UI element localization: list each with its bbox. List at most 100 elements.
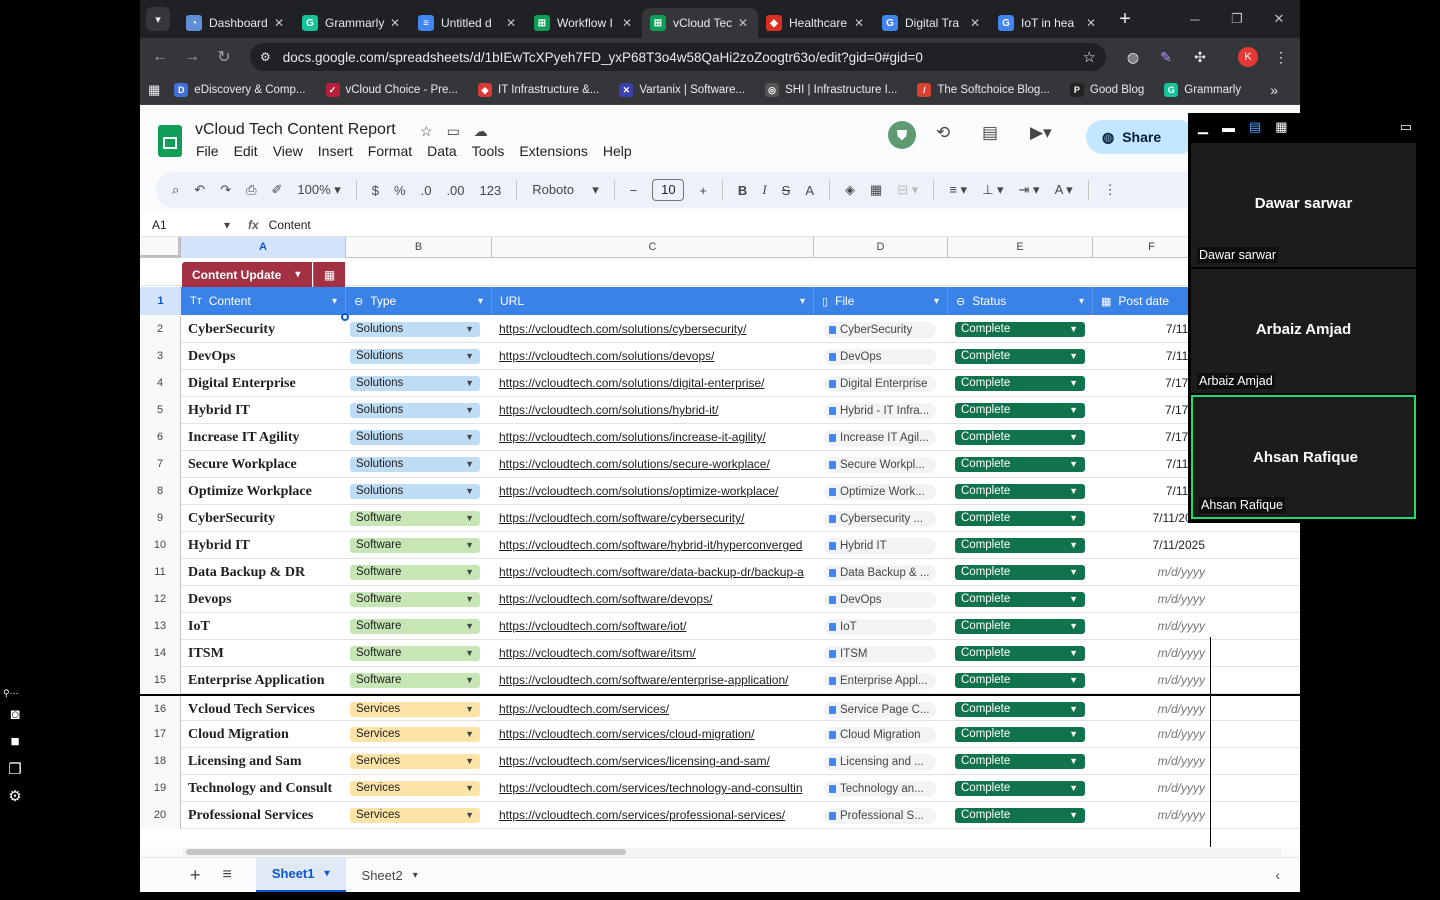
star-icon[interactable]: ☆ — [420, 123, 433, 140]
reload-icon[interactable]: ↻ — [208, 41, 240, 73]
extension-feather-icon[interactable]: ✎ — [1156, 47, 1176, 67]
row-number[interactable]: 17 — [140, 721, 181, 748]
type-dropdown-chip[interactable]: Solutions ▼ — [350, 403, 480, 418]
bookmark-item[interactable]: P Good Blog — [1069, 83, 1144, 97]
borders-icon[interactable]: ▦ — [870, 182, 882, 198]
shield-addon-icon[interactable]: ⛊ — [888, 121, 916, 149]
url-link[interactable]: https://vcloudtech.com/services/ — [499, 696, 815, 723]
tab-search-icon[interactable]: ▾ — [146, 7, 170, 31]
chevron-down-icon[interactable]: ▾ — [478, 296, 483, 307]
row-number[interactable]: 4 — [140, 370, 181, 397]
translate-icon[interactable]: ◍ — [1123, 47, 1143, 67]
status-dropdown-chip[interactable]: Complete ▼ — [955, 646, 1085, 661]
close-tab-icon[interactable]: ✕ — [852, 16, 866, 30]
content-cell[interactable]: Increase IT Agility — [188, 424, 300, 451]
post-date-cell[interactable]: m/d/yyyy — [1095, 640, 1205, 667]
post-date-cell[interactable]: m/d/yyyy — [1095, 696, 1205, 723]
type-dropdown-chip[interactable]: Solutions ▼ — [350, 349, 480, 364]
undo-icon[interactable]: ↶ — [194, 182, 205, 198]
url-link[interactable]: https://vcloudtech.com/solutions/increas… — [499, 424, 815, 451]
horizontal-scrollbar[interactable] — [182, 848, 1282, 856]
url-link[interactable]: https://vcloudtech.com/solutions/hybrid-… — [499, 397, 815, 424]
status-dropdown-chip[interactable]: Complete ▼ — [955, 754, 1085, 769]
file-smart-chip[interactable]: Service Page C... — [824, 702, 936, 718]
horizontal-align-icon[interactable]: ≡ ▾ — [949, 182, 967, 198]
decrease-decimal-button[interactable]: .0 — [421, 183, 432, 198]
row-number[interactable]: 14 — [140, 640, 181, 667]
header-status[interactable]: ⊖ Status ▾ — [948, 287, 1093, 315]
browser-tab[interactable]: G Digital Tra ✕ — [874, 8, 990, 38]
status-dropdown-chip[interactable]: Complete ▼ — [955, 727, 1085, 742]
post-date-cell[interactable]: m/d/yyyy — [1095, 775, 1205, 802]
gallery-grid-icon[interactable]: ▦ — [1275, 119, 1287, 135]
bold-icon[interactable]: B — [738, 183, 747, 198]
file-smart-chip[interactable]: Optimize Work... — [824, 484, 936, 500]
column-header-b[interactable]: B — [346, 237, 492, 258]
sheet-tab-sheet2[interactable]: Sheet2 ▾ — [346, 858, 434, 893]
browser-menu-icon[interactable]: ⋮ — [1271, 47, 1291, 67]
status-dropdown-chip[interactable]: Complete ▼ — [955, 702, 1085, 717]
status-dropdown-chip[interactable]: Complete ▼ — [955, 430, 1085, 445]
file-smart-chip[interactable]: Technology an... — [824, 781, 936, 797]
close-tab-icon[interactable]: ✕ — [736, 16, 750, 30]
gallery-strip-icon[interactable]: ▤ — [1249, 119, 1261, 135]
tools-more-icon[interactable]: ⚲⋯ — [3, 688, 19, 699]
url-link[interactable]: https://vcloudtech.com/software/data-bac… — [499, 559, 815, 586]
row-number[interactable]: 2 — [140, 316, 181, 343]
file-smart-chip[interactable]: Hybrid - IT Infra... — [824, 403, 936, 419]
content-cell[interactable]: Optimize Workplace — [188, 478, 312, 505]
camera-icon[interactable]: ◙ — [3, 706, 27, 728]
url-link[interactable]: https://vcloudtech.com/software/itsm/ — [499, 640, 815, 667]
percent-format-button[interactable]: % — [394, 183, 406, 198]
bookmark-item[interactable]: G Grammarly — [1164, 83, 1241, 97]
url-link[interactable]: https://vcloudtech.com/software/cybersec… — [499, 505, 815, 532]
row-number[interactable]: 18 — [140, 748, 181, 775]
selection-handle[interactable] — [341, 313, 349, 321]
post-date-cell[interactable]: 7/11/2025 — [1095, 532, 1206, 559]
file-smart-chip[interactable]: ITSM — [824, 646, 936, 662]
row-number[interactable]: 6 — [140, 424, 181, 451]
scrollbar-thumb[interactable] — [186, 849, 626, 855]
row-number[interactable]: 19 — [140, 775, 181, 802]
type-dropdown-chip[interactable]: Software ▼ — [350, 673, 480, 688]
url-link[interactable]: https://vcloudtech.com/services/licensin… — [499, 748, 815, 775]
type-dropdown-chip[interactable]: Software ▼ — [350, 565, 480, 580]
type-dropdown-chip[interactable]: Solutions ▼ — [350, 376, 480, 391]
file-smart-chip[interactable]: Enterprise Appl... — [824, 673, 936, 689]
chevron-down-icon[interactable]: ▾ — [934, 296, 939, 307]
row-number[interactable]: 15 — [140, 667, 181, 694]
chevron-down-icon[interactable]: ▾ — [800, 296, 805, 307]
browser-tab[interactable]: G IoT in hea ✕ — [990, 8, 1106, 38]
chevron-down-icon[interactable]: ▾ — [1079, 296, 1084, 307]
status-dropdown-chip[interactable]: Complete ▼ — [955, 538, 1085, 553]
url-link[interactable]: https://vcloudtech.com/solutions/cyberse… — [499, 316, 815, 343]
new-tab-button[interactable]: + — [1110, 8, 1140, 31]
file-smart-chip[interactable]: Cloud Migration — [824, 727, 936, 743]
browser-tab[interactable]: ◆ Healthcare ✕ — [758, 8, 874, 38]
browser-tab[interactable]: G Grammarly ✕ — [294, 8, 410, 38]
redo-icon[interactable]: ↷ — [220, 182, 231, 198]
browser-tab[interactable]: ≡ Untitled d ✕ — [410, 8, 526, 38]
status-dropdown-chip[interactable]: Complete ▼ — [955, 808, 1085, 823]
table-view-icon[interactable]: ▦ — [313, 262, 345, 287]
column-header-a[interactable]: A — [181, 237, 346, 258]
version-history-icon[interactable]: ⟲ — [936, 123, 950, 143]
post-date-cell[interactable]: m/d/yyyy — [1095, 721, 1205, 748]
minimize-view-icon[interactable]: ▁ — [1198, 119, 1208, 135]
menu-file[interactable]: File — [196, 143, 219, 159]
row-number[interactable]: 8 — [140, 478, 181, 505]
meet-video-icon[interactable]: ▶▾ — [1030, 123, 1052, 143]
browser-tab[interactable]: ◔ Dashboard ✕ — [178, 8, 294, 38]
file-smart-chip[interactable]: Digital Enterprise — [824, 376, 936, 392]
post-date-cell[interactable]: m/d/yyyy — [1095, 559, 1205, 586]
post-date-cell[interactable]: m/d/yyyy — [1095, 667, 1205, 694]
type-dropdown-chip[interactable]: Software ▼ — [350, 592, 480, 607]
type-dropdown-chip[interactable]: Services ▼ — [350, 781, 480, 796]
status-dropdown-chip[interactable]: Complete ▼ — [955, 781, 1085, 796]
all-sheets-icon[interactable]: ≡ — [223, 866, 232, 884]
browser-tab[interactable]: ⊞ vCloud Tec ✕ — [642, 8, 758, 38]
chevron-down-icon[interactable]: ▾ — [325, 868, 330, 879]
file-smart-chip[interactable]: Hybrid IT — [824, 538, 936, 554]
row-number[interactable]: 16 — [140, 696, 181, 723]
row-number[interactable]: 10 — [140, 532, 181, 559]
